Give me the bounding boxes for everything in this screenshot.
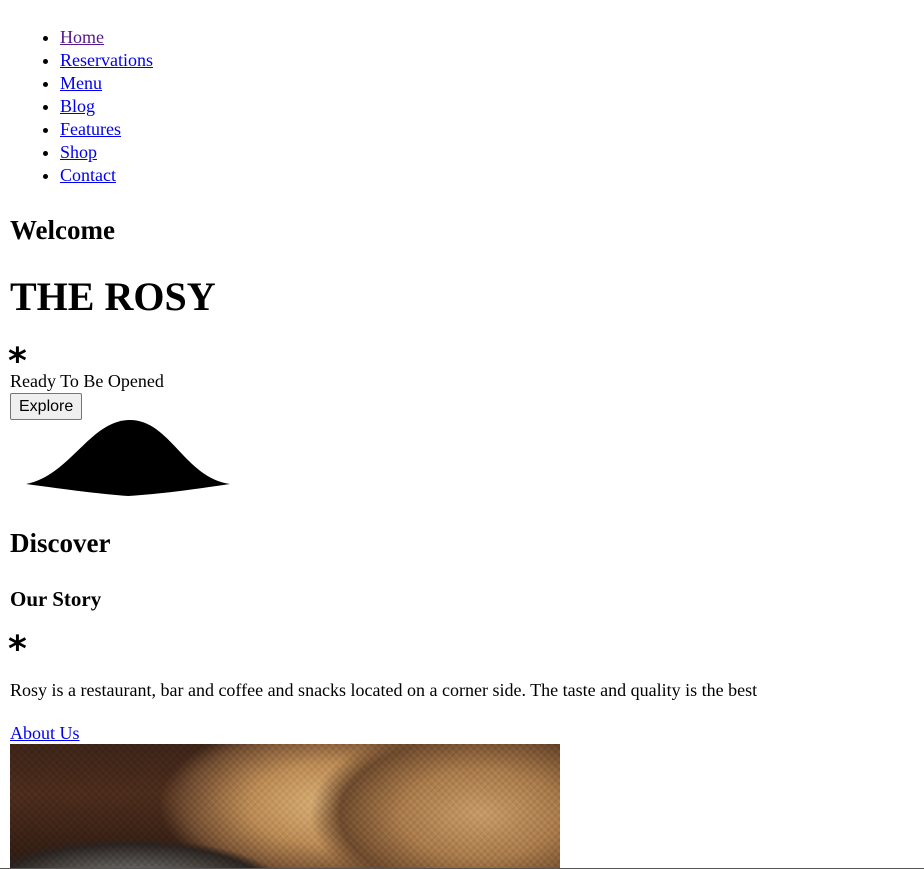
explore-button[interactable]: Explore xyxy=(10,393,83,420)
nav-item-shop: Shop xyxy=(60,141,153,164)
our-story-heading: Our Story xyxy=(10,587,102,611)
about-us-link[interactable]: About Us xyxy=(10,721,80,745)
nav-item-contact: Contact xyxy=(60,164,153,187)
nav-link-reservations[interactable]: Reservations xyxy=(60,50,153,70)
burlap-texture xyxy=(10,744,560,869)
main-nav: Home Reservations Menu Blog Features Sho… xyxy=(0,26,153,187)
nav-link-blog[interactable]: Blog xyxy=(60,96,95,116)
welcome-heading: Welcome xyxy=(10,215,115,245)
nav-link-shop[interactable]: Shop xyxy=(60,142,97,162)
hero-tagline: Ready To Be Opened xyxy=(10,371,164,391)
story-description: Rosy is a restaurant, bar and coffee and… xyxy=(10,680,758,700)
nav-item-reservations: Reservations xyxy=(60,49,153,72)
nav-link-features[interactable]: Features xyxy=(60,119,121,139)
nav-link-menu[interactable]: Menu xyxy=(60,73,102,93)
nav-link-contact[interactable]: Contact xyxy=(60,165,116,185)
nav-item-features: Features xyxy=(60,118,153,141)
asterisk-icon: * xyxy=(8,629,27,670)
wave-divider-icon xyxy=(26,420,230,496)
nav-item-menu: Menu xyxy=(60,72,153,95)
site-title: THE ROSY xyxy=(10,274,216,319)
nav-link-home[interactable]: Home xyxy=(60,27,104,47)
discover-heading: Discover xyxy=(10,528,111,558)
coffee-sack-photo xyxy=(10,744,560,869)
nav-item-blog: Blog xyxy=(60,95,153,118)
nav-item-home: Home xyxy=(60,26,153,49)
